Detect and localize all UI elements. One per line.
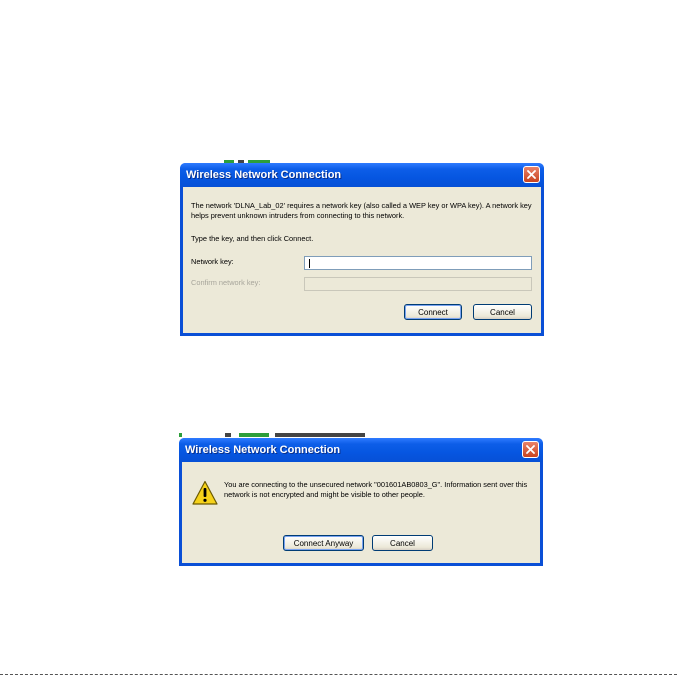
cancel-button[interactable]: Cancel [372, 535, 433, 551]
close-icon [526, 445, 535, 454]
text-caret [309, 259, 310, 268]
page: Wireless Network Connection The network … [0, 0, 677, 677]
dialog-message: You are connecting to the unsecured netw… [224, 480, 528, 499]
titlebar[interactable]: Wireless Network Connection [180, 163, 544, 187]
connect-anyway-button[interactable]: Connect Anyway [283, 535, 364, 551]
confirm-network-key-input [304, 277, 532, 291]
titlebar[interactable]: Wireless Network Connection [179, 438, 543, 462]
dialog-title: Wireless Network Connection [185, 444, 341, 456]
page-divider [0, 674, 677, 675]
connect-button[interactable]: Connect [404, 304, 462, 320]
unsecured-network-dialog: Wireless Network Connection You are conn… [179, 438, 543, 566]
dialog-message: The network 'DLNA_Lab_02' requires a net… [191, 201, 532, 220]
close-button[interactable] [522, 441, 539, 458]
confirm-network-key-label: Confirm network key: [191, 278, 261, 287]
dialog-body: You are connecting to the unsecured netw… [182, 462, 540, 563]
dialog-body: The network 'DLNA_Lab_02' requires a net… [183, 187, 541, 333]
warning-icon [192, 480, 218, 505]
dialog-instruction: Type the key, and then click Connect. [191, 234, 314, 243]
cancel-button[interactable]: Cancel [473, 304, 532, 320]
network-key-dialog: Wireless Network Connection The network … [180, 163, 544, 336]
network-key-label: Network key: [191, 257, 234, 266]
dialog-title: Wireless Network Connection [186, 169, 342, 181]
network-key-input[interactable] [304, 256, 532, 270]
close-button[interactable] [523, 166, 540, 183]
close-icon [527, 170, 536, 179]
